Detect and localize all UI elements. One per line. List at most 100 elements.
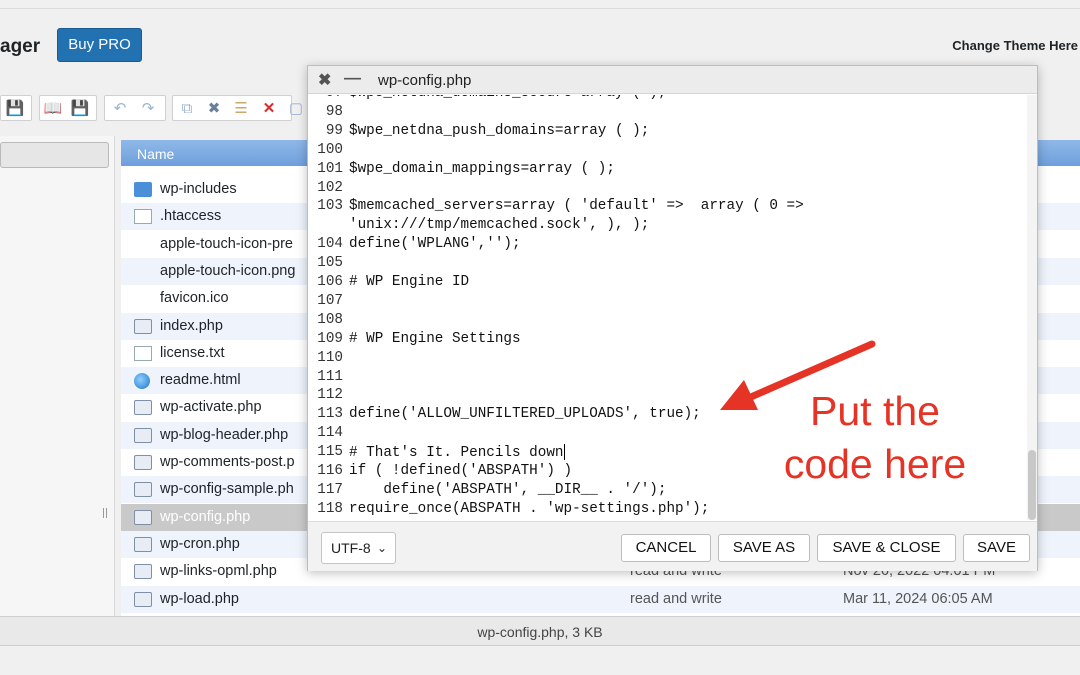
code-line: 108 <box>308 312 1028 331</box>
editor-titlebar: ✖ — wp-config.php <box>308 66 1037 94</box>
file-name: index.php <box>160 317 223 334</box>
line-number: 99 <box>325 122 343 139</box>
more-icon[interactable]: ▢ <box>286 98 306 118</box>
editor-dialog: ✖ — wp-config.php 97 $wpe_netdna_domains_… <box>307 65 1038 571</box>
text-cursor <box>563 444 565 461</box>
image-icon <box>134 264 152 279</box>
redo-icon[interactable]: ↷ <box>138 98 158 118</box>
editor-scrollbar[interactable] <box>1027 95 1037 520</box>
line-text: if ( !defined('ABSPATH') ) <box>349 463 573 479</box>
annotation-text: Put the code here <box>760 385 990 491</box>
code-line: 106 # WP Engine ID <box>308 274 1028 293</box>
line-number: 104 <box>317 236 343 253</box>
file-name: wp-load.php <box>160 590 239 607</box>
left-panel <box>0 136 115 616</box>
code-line: 97 $wpe_netdna_domains_secure=array ( ); <box>308 95 1028 104</box>
file-row[interactable]: wp-load.php read and write Mar 11, 2024 06… <box>121 585 1080 613</box>
php-icon <box>134 455 152 470</box>
file-name: wp-includes <box>160 181 237 197</box>
editor-footer: UTF-8 ⌄ CANCEL SAVE AS SAVE & CLOSE SAVE <box>308 521 1037 571</box>
undo-icon[interactable]: ↶ <box>110 98 130 118</box>
change-theme-link[interactable]: Change Theme Here <box>952 38 1080 53</box>
php-icon <box>134 536 152 552</box>
folder-icon[interactable]: 📖 <box>43 98 63 118</box>
code-line: 118 require_once(ABSPATH . 'wp-settings.p… <box>308 501 1028 520</box>
file-name: wp-comments-post.p <box>160 454 295 470</box>
line-number: 113 <box>317 406 343 423</box>
file-name: apple-touch-icon.png <box>160 262 296 279</box>
line-number: 118 <box>317 500 343 517</box>
file-name: license.txt <box>160 344 225 361</box>
panel-splitter[interactable] <box>103 508 107 518</box>
minimize-icon[interactable]: — <box>344 68 361 88</box>
file-name: wp-links-opml.php <box>160 563 277 580</box>
php-icon <box>134 591 152 607</box>
code-line: 103 $memcached_servers=array ( 'default' … <box>308 198 1028 217</box>
line-number: 108 <box>317 311 343 328</box>
save-as-button[interactable]: SAVE AS <box>718 534 810 562</box>
code-line: 99 $wpe_netdna_push_domains=array ( ); <box>308 123 1028 142</box>
code-line: 100 <box>308 142 1028 161</box>
file-icon <box>134 209 152 225</box>
save-button[interactable]: SAVE <box>963 534 1030 562</box>
line-number: 98 <box>325 103 343 120</box>
save-icon[interactable]: 💾 <box>5 98 25 118</box>
line-number: 105 <box>317 255 343 272</box>
line-text: # WP Engine Settings <box>349 330 521 347</box>
line-text: # That's It. Pencils down <box>349 444 565 461</box>
app-title: ager <box>0 36 41 57</box>
line-number: 103 <box>317 198 343 215</box>
close-icon[interactable]: ✖ <box>318 70 331 90</box>
line-number: 100 <box>317 141 343 158</box>
paste-icon[interactable]: ☰ <box>231 98 251 118</box>
file-name: wp-config-sample.ph <box>160 481 294 498</box>
file-name: wp-cron.php <box>160 535 240 552</box>
line-number: 116 <box>317 463 343 479</box>
line-text: define('ABSPATH', __DIR__ . '/'); <box>349 481 667 498</box>
code-line: 105 <box>308 255 1028 274</box>
column-name-header[interactable]: Name <box>137 146 174 162</box>
line-text: require_once(ABSPATH . 'wp-settings.php'… <box>349 500 710 517</box>
save-as-icon[interactable]: 💾 <box>70 98 90 118</box>
chevron-down-icon: ⌄ <box>376 541 387 555</box>
line-number: 106 <box>317 274 343 290</box>
scrollbar-thumb[interactable] <box>1028 450 1036 520</box>
file-name: apple-touch-icon-pre <box>160 235 293 252</box>
line-text: $wpe_domain_mappings=array ( ); <box>349 160 615 177</box>
php-icon <box>134 400 152 416</box>
file-name: wp-blog-header.php <box>160 426 289 443</box>
code-line: 101 $wpe_domain_mappings=array ( ); <box>308 161 1028 180</box>
line-number: 115 <box>317 444 343 461</box>
file-permissions: read and write <box>630 590 722 607</box>
php-icon <box>134 318 152 334</box>
copy-icon[interactable]: ⧉ <box>177 98 197 118</box>
php-icon <box>134 509 152 525</box>
php-icon <box>134 564 152 580</box>
line-number: 112 <box>317 387 343 404</box>
code-line: 104 define('WPLANG',''); <box>308 236 1028 255</box>
tree-search-input[interactable] <box>0 142 109 168</box>
html-icon <box>134 373 150 390</box>
buy-pro-button[interactable]: Buy PRO <box>57 28 142 62</box>
php-icon <box>134 427 152 443</box>
delete-icon[interactable]: ✕ <box>259 98 279 118</box>
image-icon <box>134 291 152 306</box>
cut-icon[interactable]: ✖ <box>204 98 224 118</box>
image-icon <box>134 237 152 252</box>
file-modified-date: Mar 11, 2024 06:05 AM <box>843 590 993 607</box>
status-bar: wp-config.php, 3 KB <box>0 616 1080 646</box>
code-line: 110 <box>308 350 1028 369</box>
file-name: wp-activate.php <box>160 399 262 416</box>
line-number: 114 <box>317 425 343 442</box>
line-number: 117 <box>317 481 343 498</box>
code-line: 102 <box>308 180 1028 199</box>
line-text: $memcached_servers=array ( 'default' => … <box>349 198 804 215</box>
line-text: $wpe_netdna_domains_secure=array ( ); <box>349 95 666 101</box>
file-name: favicon.ico <box>160 290 229 307</box>
code-line: 107 <box>308 293 1028 312</box>
encoding-select[interactable]: UTF-8 ⌄ <box>321 532 396 564</box>
line-number: 109 <box>317 330 343 347</box>
cancel-button[interactable]: CANCEL <box>621 534 711 562</box>
file-name: .htaccess <box>160 208 222 225</box>
save-close-button[interactable]: SAVE & CLOSE <box>817 534 956 562</box>
